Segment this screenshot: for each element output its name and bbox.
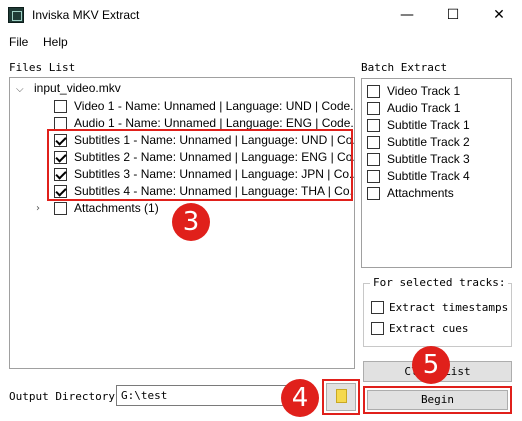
extract-cues-checkbox[interactable] bbox=[371, 322, 384, 335]
batch-checkbox[interactable] bbox=[367, 187, 380, 200]
maximize-icon[interactable]: ☐ bbox=[430, 0, 476, 30]
track-label: Audio 1 - Name: Unnamed | Language: ENG … bbox=[74, 116, 355, 130]
batch-item-label: Subtitle Track 4 bbox=[387, 169, 470, 183]
batch-checkbox[interactable] bbox=[367, 85, 380, 98]
step-badge-3: 3 bbox=[172, 203, 210, 241]
batch-item-label: Attachments bbox=[387, 186, 454, 200]
batch-item-label: Subtitle Track 3 bbox=[387, 152, 470, 166]
window-title: Inviska MKV Extract bbox=[32, 8, 140, 22]
track-checkbox[interactable] bbox=[54, 100, 67, 113]
selected-tracks-title: For selected tracks: bbox=[370, 276, 509, 289]
batch-extract-list[interactable]: Video Track 1 Audio Track 1 Subtitle Tra… bbox=[361, 78, 512, 268]
expand-chevron-icon[interactable]: › bbox=[36, 203, 40, 214]
browse-highlight-box bbox=[322, 379, 360, 415]
batch-checkbox[interactable] bbox=[367, 170, 380, 183]
app-icon bbox=[8, 7, 24, 23]
extract-cues-label: Extract cues bbox=[389, 322, 469, 335]
batch-checkbox[interactable] bbox=[367, 119, 380, 132]
batch-checkbox[interactable] bbox=[367, 102, 380, 115]
output-directory-label: Output Directory: bbox=[9, 390, 122, 403]
tree-root-file[interactable]: input_video.mkv bbox=[34, 81, 121, 98]
batch-checkbox[interactable] bbox=[367, 153, 380, 166]
close-icon[interactable]: ✕ bbox=[476, 0, 522, 30]
subtitles-highlight-box bbox=[47, 129, 353, 201]
batch-item-label: Subtitle Track 1 bbox=[387, 118, 470, 132]
attachments-checkbox[interactable] bbox=[54, 202, 67, 215]
batch-item-label: Video Track 1 bbox=[387, 84, 461, 98]
minimize-icon[interactable]: — bbox=[384, 0, 430, 30]
batch-item-label: Subtitle Track 2 bbox=[387, 135, 470, 149]
menu-file[interactable]: File bbox=[9, 35, 28, 49]
batch-extract-label: Batch Extract bbox=[361, 61, 448, 74]
step-badge-5: 5 bbox=[412, 346, 450, 384]
extract-timestamps-checkbox[interactable] bbox=[371, 301, 384, 314]
menu-bar: File Help bbox=[0, 30, 522, 54]
menu-help[interactable]: Help bbox=[43, 35, 68, 49]
batch-item-label: Audio Track 1 bbox=[387, 101, 461, 115]
begin-highlight-box bbox=[363, 386, 512, 414]
attachments-label: Attachments (1) bbox=[74, 201, 159, 215]
batch-checkbox[interactable] bbox=[367, 136, 380, 149]
title-bar: Inviska MKV Extract — ☐ ✕ bbox=[0, 0, 522, 30]
files-list-label: Files List bbox=[9, 61, 76, 74]
collapse-chevron-icon[interactable]: ⌵ bbox=[16, 84, 24, 95]
selected-tracks-group bbox=[363, 283, 512, 347]
extract-timestamps-label: Extract timestamps bbox=[389, 301, 509, 314]
step-badge-4: 4 bbox=[281, 379, 319, 417]
track-label: Video 1 - Name: Unnamed | Language: UND … bbox=[74, 99, 355, 113]
